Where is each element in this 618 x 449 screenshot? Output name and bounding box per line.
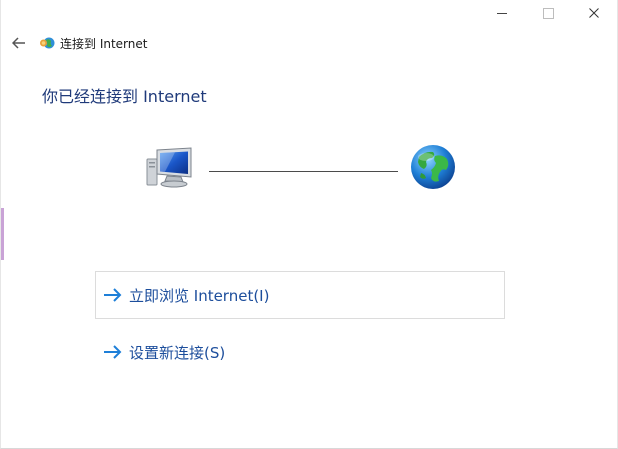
header-title: 连接到 Internet bbox=[60, 36, 148, 51]
browse-internet-label: 立即浏览 Internet(I) bbox=[129, 286, 270, 305]
minimize-icon bbox=[497, 12, 507, 14]
header-bar: 连接到 Internet bbox=[11, 33, 147, 53]
connection-line bbox=[209, 171, 398, 172]
arrow-right-icon bbox=[104, 345, 122, 359]
computer-monitor-icon bbox=[146, 147, 192, 188]
page-heading: 你已经连接到 Internet bbox=[42, 87, 207, 106]
network-connection-icon bbox=[40, 37, 55, 49]
setup-new-connection-link[interactable]: 设置新连接(S) bbox=[95, 328, 505, 376]
caption-buttons bbox=[479, 0, 617, 26]
minimize-button[interactable] bbox=[479, 0, 525, 26]
setup-new-connection-label: 设置新连接(S) bbox=[129, 343, 226, 362]
maximize-icon bbox=[542, 7, 554, 19]
close-button[interactable] bbox=[571, 0, 617, 26]
back-arrow-icon bbox=[12, 37, 25, 49]
connect-internet-window: 连接到 Internet 你已经连接到 Internet 立即浏览 Intern… bbox=[0, 0, 618, 449]
globe-icon bbox=[411, 145, 455, 189]
close-icon bbox=[589, 8, 599, 18]
arrow-right-icon bbox=[104, 288, 122, 302]
back-button[interactable] bbox=[11, 35, 27, 51]
window-edge-accent bbox=[1, 208, 4, 260]
browse-internet-link[interactable]: 立即浏览 Internet(I) bbox=[95, 271, 505, 319]
maximize-button[interactable] bbox=[525, 0, 571, 26]
